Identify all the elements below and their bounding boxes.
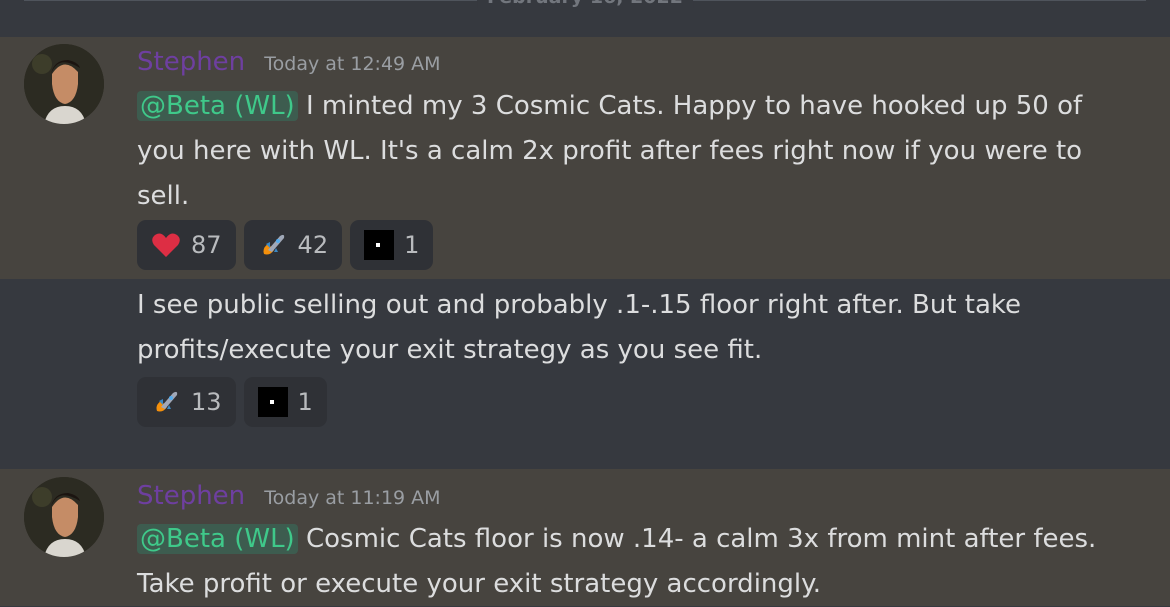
rocket-icon xyxy=(263,234,284,255)
date-divider: February 16, 2022 xyxy=(24,0,1146,14)
date-divider-label: February 16, 2022 xyxy=(477,0,693,8)
timestamp[interactable]: Today at 12:49 AM xyxy=(264,53,440,75)
reaction-rocket[interactable]: 13 xyxy=(137,377,236,427)
reactions-bar: 87 42 1 xyxy=(137,220,434,270)
rocket-icon xyxy=(156,391,178,412)
avatar[interactable] xyxy=(24,477,104,557)
reactions-bar: 13 1 xyxy=(137,377,327,427)
timestamp[interactable]: Today at 11:19 AM xyxy=(264,487,440,509)
message-content: @Beta (WL) Cosmic Cats floor is now .14-… xyxy=(137,517,1110,607)
reaction-black-square[interactable]: 1 xyxy=(243,377,327,427)
message-text: I see public selling out and probably .1… xyxy=(137,290,1022,365)
black-square-icon xyxy=(364,230,395,260)
message-group: Stephen Today at 11:19 AM @Beta (WL) Cos… xyxy=(0,469,1170,606)
username[interactable]: Stephen xyxy=(137,481,245,511)
message-content: @Beta (WL) I minted my 3 Cosmic Cats. Ha… xyxy=(137,84,1110,219)
reaction-count: 1 xyxy=(404,231,420,259)
reaction-count: 1 xyxy=(297,388,313,416)
reaction-rocket[interactable]: 42 xyxy=(243,220,343,270)
message-content: I see public selling out and probably .1… xyxy=(137,283,1110,373)
message-header: Stephen Today at 12:49 AM xyxy=(137,47,441,77)
heart-icon xyxy=(152,233,180,257)
reaction-heart[interactable]: 87 xyxy=(137,220,236,270)
role-mention[interactable]: @Beta (WL) xyxy=(137,91,298,121)
message-group: Stephen Today at 12:49 AM @Beta (WL) I m… xyxy=(0,37,1170,279)
reaction-count: 87 xyxy=(191,231,222,259)
role-mention[interactable]: @Beta (WL) xyxy=(137,524,298,554)
reaction-black-square[interactable]: 1 xyxy=(350,220,434,270)
message-header: Stephen Today at 11:19 AM xyxy=(137,481,441,511)
black-square-icon xyxy=(257,387,288,417)
avatar-image xyxy=(24,44,104,124)
reaction-count: 13 xyxy=(191,388,222,416)
username[interactable]: Stephen xyxy=(137,47,245,77)
avatar-image xyxy=(24,477,104,557)
message-group: I see public selling out and probably .1… xyxy=(0,279,1170,469)
reaction-count: 42 xyxy=(297,231,329,259)
avatar[interactable] xyxy=(24,44,104,124)
